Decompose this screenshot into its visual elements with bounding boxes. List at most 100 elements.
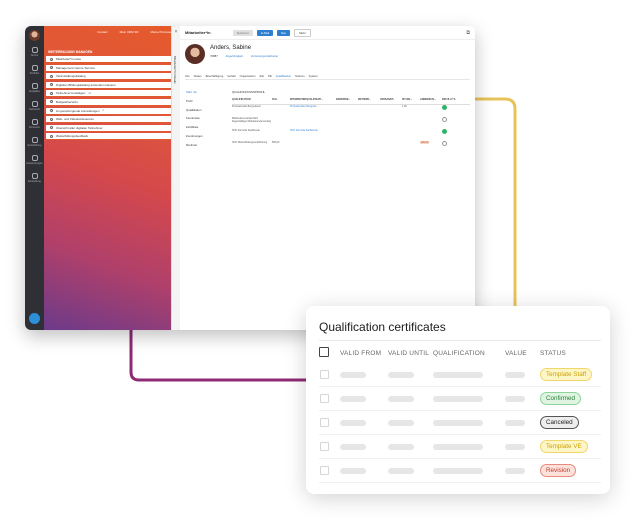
external-link-icon[interactable]: ⧉ bbox=[466, 30, 470, 36]
placeholder-bar bbox=[340, 396, 366, 402]
assignment-value: 500,00 bbox=[272, 141, 280, 144]
row-checkbox[interactable] bbox=[320, 418, 329, 427]
menu-item-label: Teilnehmer bestätigen bbox=[56, 91, 86, 96]
rail-item[interactable]: Entwicklung bbox=[25, 137, 44, 151]
rail-item[interactable]: Auswertungen bbox=[25, 155, 44, 169]
fulfilled-cell bbox=[442, 141, 456, 146]
avatar[interactable] bbox=[29, 30, 40, 41]
placeholder-bar bbox=[505, 372, 525, 378]
left-rail: Suche Portfolio Aufgaben Netzwerk Personen En… bbox=[25, 26, 44, 330]
menu-item[interactable]: Teilnehmer bestätigen 22 bbox=[46, 90, 175, 98]
menu-item[interactable]: Veranstaltungskatalog bbox=[46, 73, 175, 81]
select-all-checkbox[interactable] bbox=[319, 347, 329, 357]
main-panel: Mitarbeiter*in Speichern E-Mail Neu Mehr… bbox=[180, 26, 475, 330]
menu-item-icon bbox=[50, 57, 53, 61]
menu-item-label: Mitarbeiter*in-Liste bbox=[56, 57, 82, 61]
menu-item-icon bbox=[50, 66, 53, 70]
page-title: Mitarbeiter*in bbox=[185, 30, 211, 35]
subnav-item[interactable]: Start ‘da’ bbox=[186, 90, 203, 99]
menu-item-icon bbox=[50, 74, 53, 78]
table-row[interactable]: SOC Formelle Sachkunde SOC Formelle Sachk… bbox=[232, 129, 470, 141]
subnav-item[interactable]: Zertifikate bbox=[186, 125, 203, 134]
row-checkbox[interactable] bbox=[320, 442, 329, 451]
placeholder-bar bbox=[340, 468, 366, 474]
col-qualification: QUALIFICATION bbox=[433, 350, 485, 357]
employee-qualification-link[interactable]: SOC Formelle Sachkunde bbox=[290, 129, 336, 132]
certificate-row[interactable]: Confirmed bbox=[319, 387, 601, 411]
column-header: QUALIFIKATION bbox=[232, 98, 251, 101]
menu-item[interactable]: Budgetübersicht bbox=[46, 98, 175, 106]
table-row[interactable]: Mitarbeiterverantwortlich Regelmäßiger M… bbox=[232, 117, 470, 129]
menu-item-label: Budgetübersicht bbox=[56, 99, 78, 104]
rail-item[interactable]: Personen bbox=[25, 119, 44, 133]
gear-icon bbox=[31, 173, 38, 179]
topnav-crm[interactable]: Mein CRM 3D bbox=[120, 30, 139, 36]
menu-item-icon bbox=[50, 117, 53, 121]
subnav-item[interactable]: Zuordnungen bbox=[186, 134, 203, 143]
status-badge: Confirmed bbox=[540, 392, 582, 405]
column-header: ERWORBE... bbox=[336, 98, 351, 101]
more-button[interactable]: Mehr bbox=[294, 28, 311, 37]
employee-id: 70887 bbox=[210, 54, 218, 58]
menu-item-icon bbox=[50, 100, 53, 104]
placeholder-bar bbox=[505, 468, 525, 474]
menu-item[interactable]: Management interne Termine bbox=[46, 64, 175, 72]
certificate-row[interactable]: Canceled bbox=[319, 411, 601, 435]
menu-item[interactable]: Zu genehmigende Anmeldungen 3 bbox=[46, 107, 175, 115]
rail-item[interactable]: Aufgaben bbox=[25, 83, 44, 97]
row-checkbox[interactable] bbox=[320, 466, 329, 475]
rail-item[interactable]: Netzwerk bbox=[25, 101, 44, 115]
col-valid-until: VALID UNTIL bbox=[388, 350, 430, 357]
certificate-row[interactable]: Revision bbox=[319, 459, 601, 483]
topnav-contact[interactable]: Contact bbox=[97, 30, 107, 36]
affiliation-link[interactable]: Zugehörigkeit bbox=[226, 54, 243, 58]
new-button[interactable]: Neu bbox=[277, 29, 291, 36]
row-checkbox[interactable] bbox=[320, 370, 329, 379]
qualification-table: QUALIFIKATION ZUG. MITARBEITERQUALIFIKATI.… bbox=[232, 98, 470, 153]
top-nav: Contact Mein CRM 3D Meine Prozesse bbox=[44, 26, 180, 40]
certificate-row[interactable]: Template Staff bbox=[319, 363, 601, 387]
table-row[interactable]: SOC Weiterbildungsverpflichtung 500,00 200… bbox=[232, 141, 470, 153]
placeholder-bar bbox=[433, 444, 483, 450]
qualification-name: SOC Formelle Sachkunde bbox=[232, 129, 260, 132]
bell-icon bbox=[31, 83, 38, 89]
rail-item[interactable]: Portfolio bbox=[25, 65, 44, 79]
rail-item[interactable]: Einstellung bbox=[25, 173, 44, 187]
placeholder-bar bbox=[388, 420, 414, 426]
menu-item[interactable]: Weiterbildungsfeedback bbox=[46, 133, 175, 141]
menu-item-label: Übersicht aller digitalen Teilnehmer bbox=[56, 125, 103, 130]
fulfilled-icon bbox=[442, 129, 447, 134]
deputy-link[interactable]: Vertretungsmitarbeiter bbox=[251, 54, 279, 58]
table-row[interactable]: Professionelle Bergrednern Professionelle… bbox=[232, 105, 470, 117]
employee-qualification-link[interactable]: Professioneller Bergrede... bbox=[290, 105, 336, 108]
rail-item-label: Netzwerk bbox=[29, 108, 40, 111]
menu-item[interactable]: Digitalen Bildungskatalog anwenden Hause… bbox=[46, 81, 175, 89]
status-badge: Template Staff bbox=[540, 368, 593, 381]
menu-item[interactable]: Mitarbeiter*in-Liste bbox=[46, 56, 175, 63]
chat-button[interactable] bbox=[29, 313, 40, 324]
close-icon[interactable]: × bbox=[172, 29, 180, 35]
certificate-row[interactable]: Template VE bbox=[319, 435, 601, 459]
topnav-processes[interactable]: Meine Prozesse bbox=[150, 30, 172, 36]
subnav-item[interactable]: Profil bbox=[186, 99, 203, 108]
side-tab[interactable]: × Mitarbeiter*in Details bbox=[171, 26, 180, 330]
subnav-item[interactable]: Kenntnisse bbox=[186, 116, 203, 125]
folder-icon bbox=[31, 65, 38, 71]
subnav-item[interactable]: Merkmal bbox=[186, 143, 203, 152]
qualification-name: Professionelle Bergrednern bbox=[232, 105, 261, 108]
save-button[interactable]: Speichern bbox=[232, 29, 254, 36]
menu-item-badge: 3 bbox=[102, 109, 104, 113]
remark-cell: 200,00 bbox=[420, 141, 442, 144]
email-button[interactable]: E-Mail bbox=[257, 29, 274, 36]
menu-item[interactable]: Web- und Videokonferenzen bbox=[46, 116, 175, 124]
placeholder-bar bbox=[505, 396, 525, 402]
placeholder-bar bbox=[433, 372, 483, 378]
menu-item[interactable]: Übersicht aller digitalen Teilnehmer bbox=[46, 124, 175, 132]
star-icon bbox=[31, 137, 38, 143]
subnav-item[interactable]: Qualifikation bbox=[186, 108, 203, 117]
row-checkbox[interactable] bbox=[320, 394, 329, 403]
menu-item-icon bbox=[50, 134, 53, 138]
rail-item[interactable]: Suche bbox=[25, 47, 44, 61]
col-status: STATUS bbox=[540, 350, 566, 357]
status-badge: Canceled bbox=[540, 416, 579, 429]
